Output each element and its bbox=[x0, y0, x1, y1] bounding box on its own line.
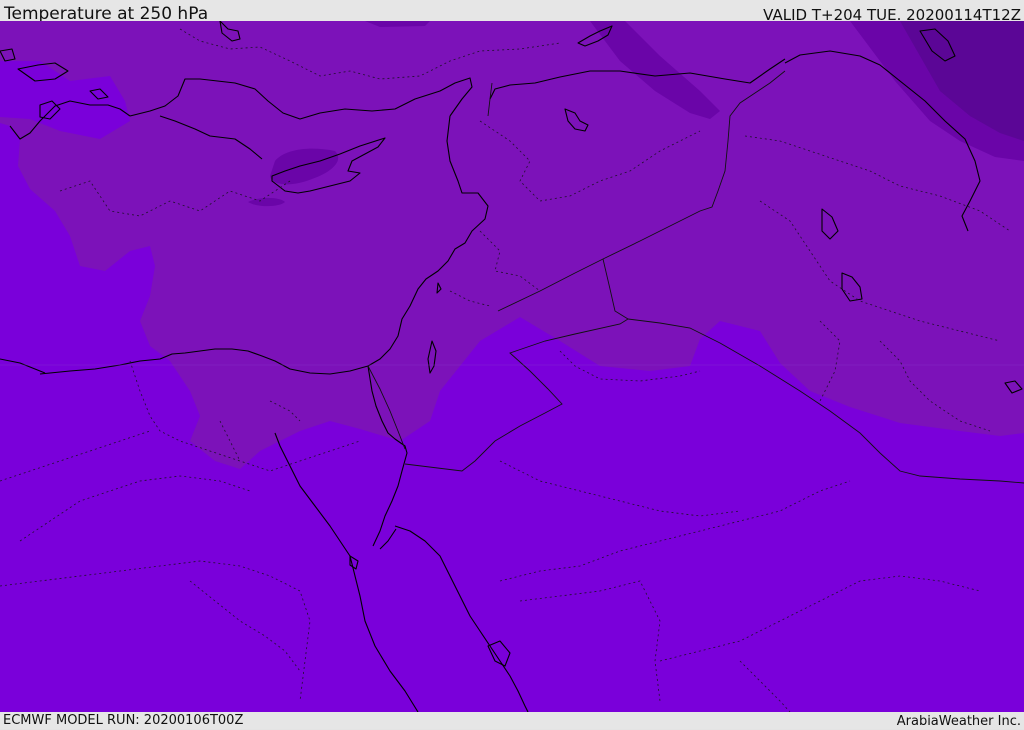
credit-label: ArabiaWeather Inc. bbox=[896, 714, 1021, 729]
footer-bar: ECMWF MODEL RUN: 20200106T00Z ArabiaWeat… bbox=[0, 712, 1024, 729]
map-canvas bbox=[0, 21, 1024, 712]
model-run-label: ECMWF MODEL RUN: 20200106T00Z bbox=[3, 713, 244, 728]
weather-map[interactable] bbox=[0, 21, 1024, 712]
header-bar: Temperature at 250 hPa VALID T+204 TUE. … bbox=[0, 0, 1024, 24]
